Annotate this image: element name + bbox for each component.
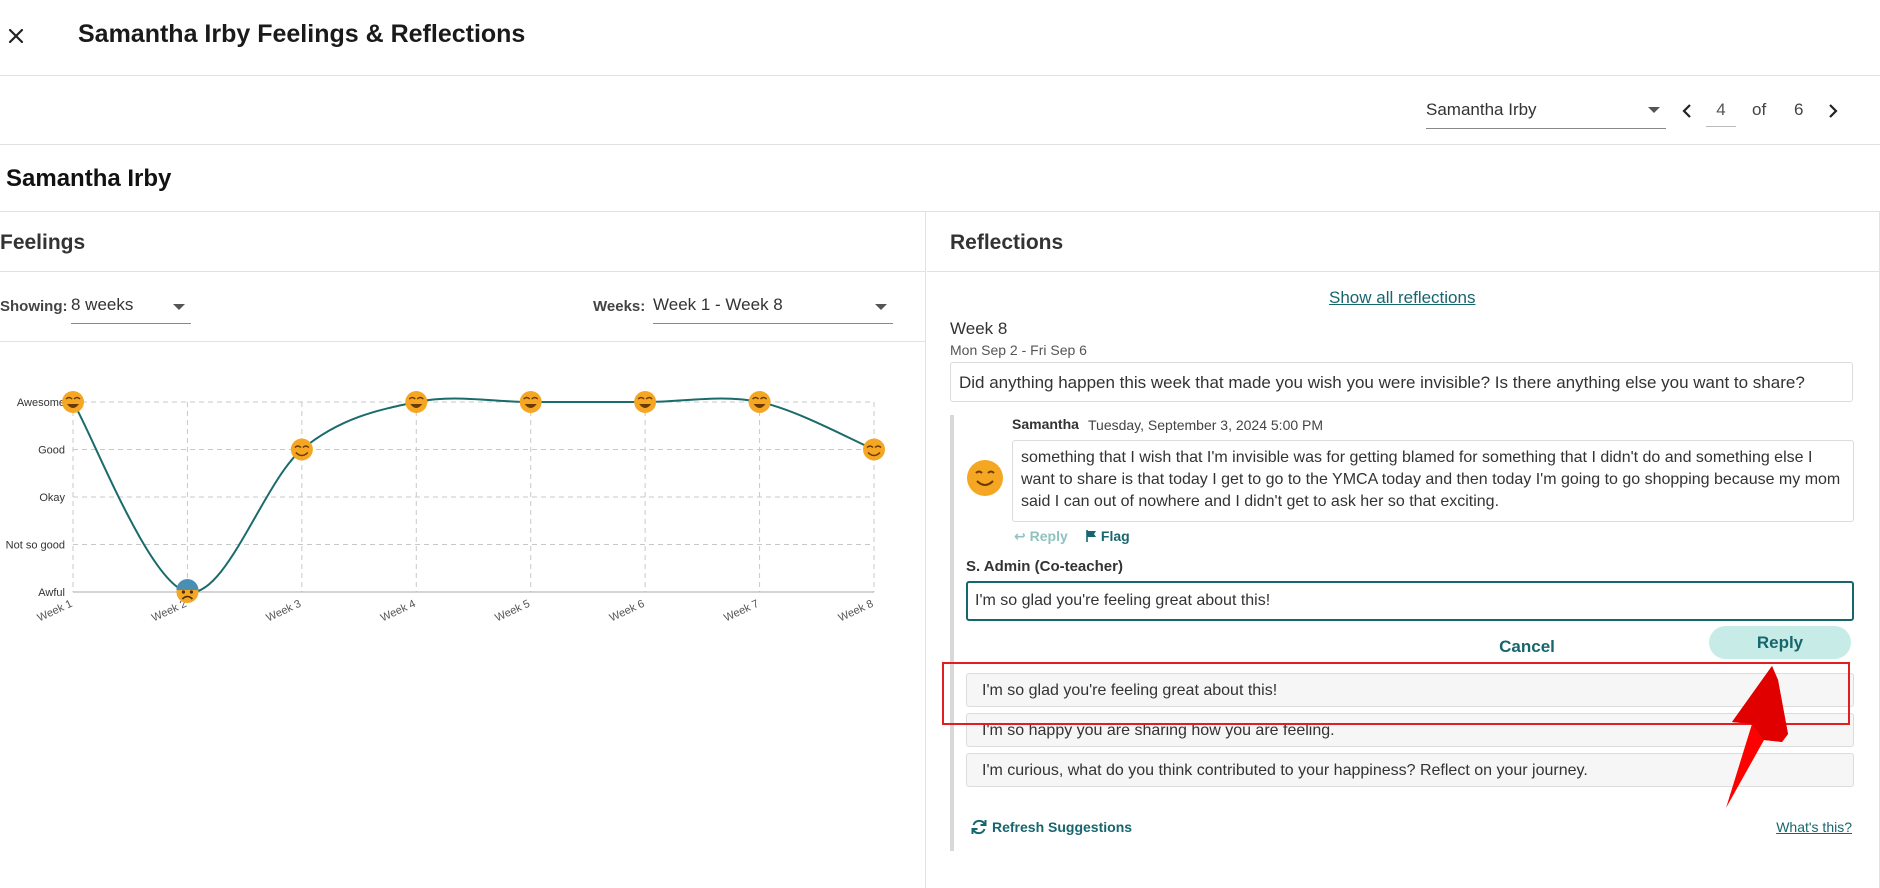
reflections-title: Reflections [950,231,1064,254]
weeks-label: Weeks: [593,298,646,315]
student-navigator: Samantha Irby 4 of 6 [0,77,1880,145]
x-tick-label: Week 3 [264,598,303,625]
x-tick-label: Week 4 [379,598,418,625]
x-tick-label: Week 8 [837,598,876,625]
week-label: Week 8 [950,319,1008,338]
reflection-prompt: Did anything happen this week that made … [950,362,1853,402]
refresh-icon [971,819,987,835]
whats-this-link[interactable]: What's this? [1776,819,1852,835]
awesome-face-marker[interactable] [519,391,542,413]
feelings-chart-area: Awful Not so good Okay Good Awesome Week 1 Wee… [0,342,926,742]
weeks-select[interactable]: Week 1 - Week 8 [653,292,893,324]
showing-label: Showing: [0,298,68,315]
awesome-face-marker[interactable] [748,391,771,413]
x-tick-label: Week 1 [36,598,75,625]
awesome-face-marker[interactable] [62,391,84,413]
chevron-down-icon [875,304,887,310]
student-name: Samantha Irby [6,165,172,192]
y-tick-label: Okay [39,492,65,504]
annotation-highlight-box [942,662,1850,725]
y-tick-label: Not so good [6,540,65,552]
x-tick-label: Week 5 [493,598,532,625]
flag-icon [1086,530,1096,542]
reflections-header: Reflections [927,212,1879,272]
feelings-chart: Awful Not so good Okay Good Awesome Week 1 Wee… [6,391,885,625]
x-tick-label: Week 6 [608,598,647,625]
awesome-face-marker[interactable] [405,391,428,413]
top-bar: Samantha Irby Feelings & Reflections [0,0,1880,76]
chevron-down-icon [173,304,185,310]
student-header: Samantha Irby [0,146,1880,212]
student-select[interactable]: Samantha Irby [1426,97,1666,129]
weeks-value: Week 1 - Week 8 [653,295,783,314]
feelings-panel: Feelings Showing: 8 weeks Weeks: Week 1 … [0,212,926,888]
awful-face-marker[interactable] [176,579,199,603]
refresh-suggestions-button[interactable]: Refresh Suggestions [970,818,1132,836]
showing-value: 8 weeks [71,295,134,314]
show-all-reflections-link[interactable]: Show all reflections [1329,288,1475,308]
y-tick-label: Awesome [17,397,65,409]
showing-select[interactable]: 8 weeks [71,292,191,324]
reply-arrow-icon: ↩ [1014,528,1026,544]
page-title: Samantha Irby Feelings & Reflections [78,20,526,48]
message-flag-button[interactable]: Flag [1086,528,1130,544]
y-tick-label: Good [38,445,65,457]
student-select-value: Samantha Irby [1426,100,1537,119]
chevron-down-icon [1648,107,1660,113]
week-date-range: Mon Sep 2 - Fri Sep 6 [950,342,1087,358]
total-count: 6 [1794,100,1804,119]
responder-label: S. Admin (Co-teacher) [966,558,1123,575]
feelings-title: Feelings [0,231,86,254]
awesome-face-marker[interactable] [634,391,657,413]
cancel-button[interactable]: Cancel [1482,632,1572,662]
page-number-input[interactable]: 4 [1706,97,1736,127]
feelings-series-line [72,397,875,594]
of-label: of [1752,100,1767,119]
feelings-filters: Showing: 8 weeks Weeks: Week 1 - Week 8 [0,272,926,342]
next-student-icon[interactable] [1822,99,1844,123]
good-face-marker[interactable] [290,438,313,461]
message-reply-button[interactable]: ↩ Reply [1014,528,1068,545]
student-message: something that I wish that I'm invisible… [1012,440,1854,522]
feelings-header: Feelings [0,212,925,272]
happy-face-avatar-icon [967,460,1003,496]
close-icon[interactable] [4,24,28,48]
message-timestamp: Tuesday, September 3, 2024 5:00 PM [1088,417,1324,433]
annotation-arrow-icon [1726,666,1788,808]
message-flag-label: Flag [1100,528,1130,544]
y-tick-label: Awful [38,587,65,599]
x-tick-label: Week 7 [722,598,761,625]
thread-line [950,415,954,851]
previous-student-icon[interactable] [1676,99,1698,123]
good-face-marker[interactable] [863,438,885,461]
refresh-suggestions-label: Refresh Suggestions [992,819,1133,835]
author-name: Samantha [1012,416,1079,432]
reply-input[interactable] [966,581,1854,621]
reply-button[interactable]: Reply [1709,626,1851,659]
message-reply-label: Reply [1029,528,1068,544]
